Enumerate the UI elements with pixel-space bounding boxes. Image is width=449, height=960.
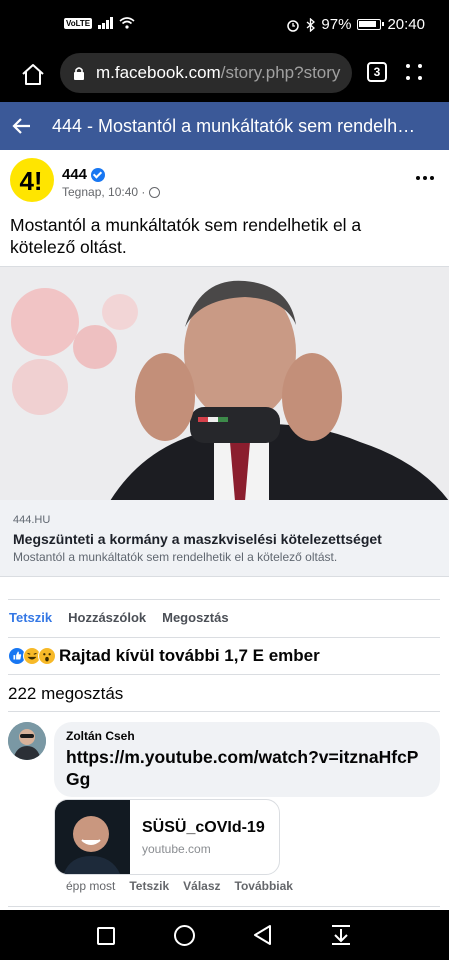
youtube-title: SÜSÜ_cOVId-19 bbox=[142, 819, 265, 836]
444-logo-icon: 4! bbox=[19, 166, 42, 196]
globe-icon bbox=[149, 186, 161, 198]
comment-time[interactable]: épp most bbox=[66, 879, 115, 893]
back-nav-icon[interactable] bbox=[252, 924, 272, 946]
page-name[interactable]: 444 bbox=[62, 166, 106, 183]
bluetooth-icon bbox=[306, 17, 316, 32]
link-title: Megszünteti a kormány a maszkviselési kö… bbox=[13, 531, 382, 547]
comment-author[interactable]: Zoltán Cseh bbox=[66, 729, 135, 743]
home-nav-icon[interactable] bbox=[174, 925, 195, 946]
divider bbox=[8, 711, 440, 712]
url-bar[interactable]: m.facebook.com/story.php?story bbox=[60, 53, 352, 93]
post-actions: Tetszik Hozzászólok Megosztás bbox=[9, 610, 229, 625]
link-preview-meta[interactable]: 444.HU Megszünteti a kormány a maszkvise… bbox=[0, 500, 449, 577]
alarm-icon bbox=[287, 19, 300, 32]
youtube-domain: youtube.com bbox=[142, 842, 211, 856]
browser-toolbar: m.facebook.com/story.php?story 3 bbox=[0, 50, 449, 102]
signal-icon bbox=[98, 17, 114, 29]
comment-more-button[interactable]: Továbbiak bbox=[235, 879, 293, 893]
volte-badge: VoLTE bbox=[64, 17, 93, 29]
divider bbox=[8, 637, 440, 638]
more-options-icon[interactable] bbox=[416, 176, 434, 180]
divider bbox=[8, 906, 440, 907]
link-preview-image[interactable] bbox=[0, 266, 449, 500]
post-timestamp[interactable]: Tegnap, 10:40 · bbox=[62, 185, 161, 199]
comment-like-button[interactable]: Tetszik bbox=[129, 879, 169, 893]
recents-icon[interactable] bbox=[97, 927, 115, 945]
comment-actions: épp most Tetszik Válasz Továbbiak bbox=[66, 879, 293, 893]
notification-pull-icon[interactable] bbox=[330, 924, 352, 946]
post-time-text: Tegnap, 10:40 · bbox=[62, 185, 146, 199]
comment-bubble[interactable]: Zoltán Cseh https://m.youtube.com/watch?… bbox=[54, 722, 440, 797]
youtube-preview-card[interactable]: SÜSÜ_cOVId-19 youtube.com bbox=[54, 799, 280, 875]
status-right: 97% 20:40 bbox=[286, 16, 425, 33]
link-description: Mostantól a munkáltatók sem rendelhetik … bbox=[13, 550, 338, 564]
system-nav-bar bbox=[0, 910, 449, 960]
divider bbox=[8, 599, 440, 600]
user-photo bbox=[8, 722, 46, 760]
divider bbox=[8, 674, 440, 675]
youtube-thumbnail bbox=[55, 800, 130, 874]
reactions-summary[interactable]: Rajtad kívül további 1,7 E ember bbox=[8, 646, 320, 666]
politician-photo bbox=[0, 267, 449, 500]
comment-button[interactable]: Hozzászólok bbox=[68, 610, 146, 625]
status-bar: VoLTE 97% 20:40 bbox=[0, 0, 449, 50]
wifi-icon bbox=[119, 17, 135, 29]
browser-menu-icon[interactable] bbox=[404, 62, 426, 84]
page-name-text: 444 bbox=[62, 166, 88, 183]
home-icon[interactable] bbox=[20, 62, 46, 88]
battery-percent: 97% bbox=[321, 16, 352, 33]
commenter-avatar[interactable] bbox=[8, 722, 46, 760]
lock-icon bbox=[74, 67, 84, 80]
verified-badge-icon bbox=[91, 167, 106, 182]
shares-count[interactable]: 222 megosztás bbox=[8, 684, 123, 704]
like-button[interactable]: Tetszik bbox=[9, 610, 52, 625]
url-host: m.facebook.com bbox=[96, 63, 221, 82]
tab-switcher-button[interactable]: 3 bbox=[367, 62, 387, 82]
post-text: Mostantól a munkáltatók sem rendelhetik … bbox=[10, 215, 362, 257]
link-domain: 444.HU bbox=[13, 514, 51, 526]
comment-reply-button[interactable]: Válasz bbox=[183, 879, 220, 893]
back-arrow-icon[interactable] bbox=[12, 116, 32, 136]
share-button[interactable]: Megosztás bbox=[162, 610, 228, 625]
444-logo-text: 4! bbox=[19, 166, 42, 196]
comment-text[interactable]: https://m.youtube.com/watch?v=itznaHfcPG… bbox=[66, 746, 426, 790]
reactions-text: Rajtad kívül további 1,7 E ember bbox=[59, 646, 320, 665]
clock: 20:40 bbox=[387, 16, 425, 33]
wow-reaction-icon bbox=[38, 647, 56, 665]
video-thumbnail-photo bbox=[55, 800, 130, 874]
battery-icon bbox=[357, 19, 385, 30]
status-left: VoLTE bbox=[64, 17, 135, 29]
page-title: 444 - Mostantól a munkáltatók sem rendel… bbox=[52, 116, 416, 136]
reaction-icons bbox=[8, 647, 56, 665]
fb-header: 444 - Mostantól a munkáltatók sem rendel… bbox=[0, 102, 449, 150]
url-path: /story.php?story bbox=[220, 63, 341, 82]
page-avatar[interactable]: 4! bbox=[10, 158, 54, 202]
